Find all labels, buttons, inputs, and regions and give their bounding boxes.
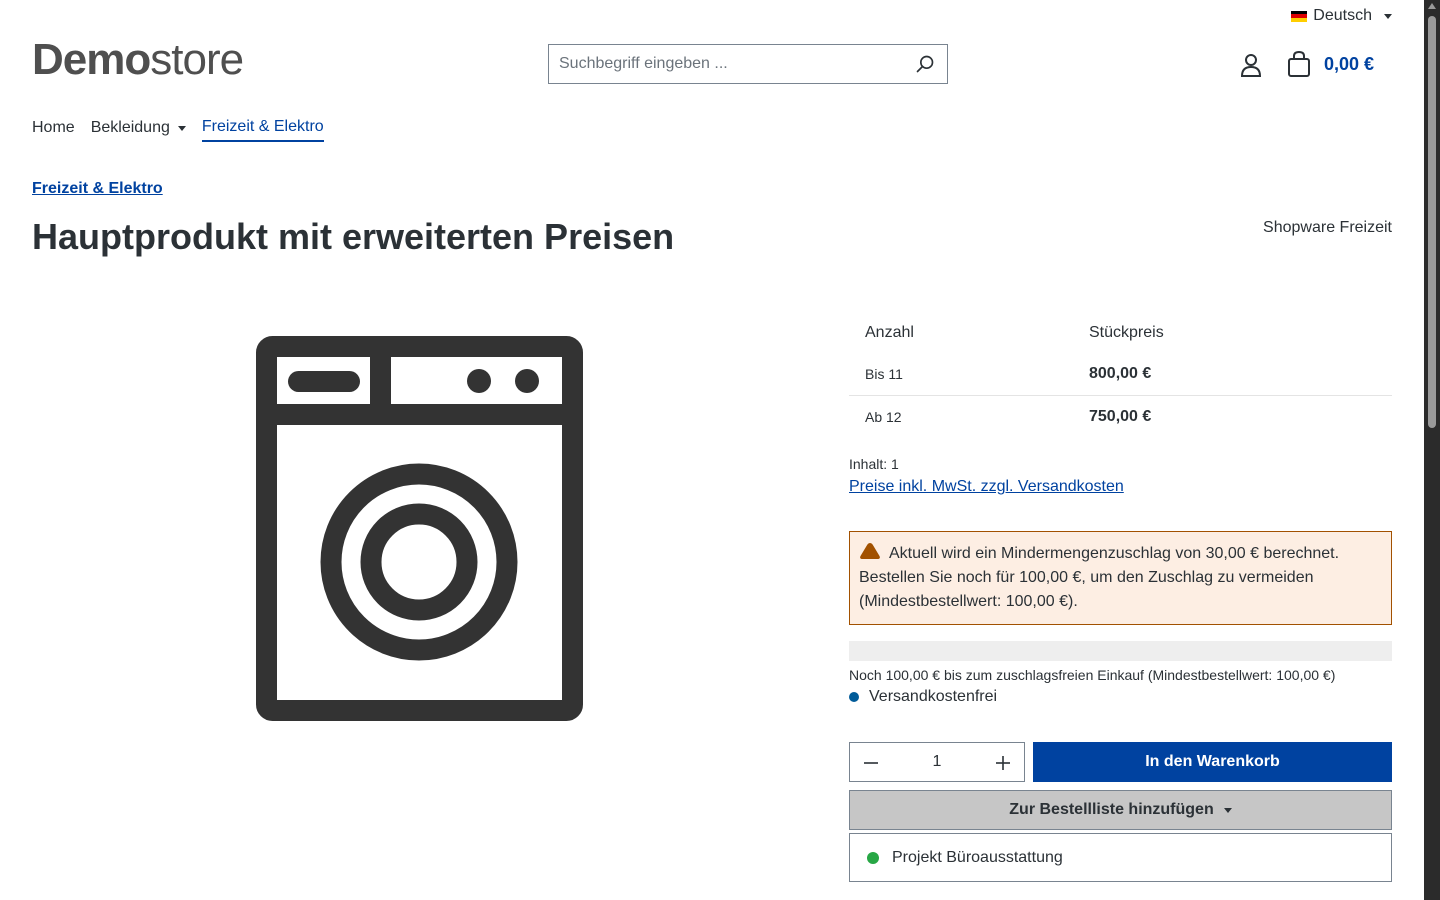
nav-item-label: Bekleidung	[90, 119, 170, 136]
product-image[interactable]	[256, 336, 583, 721]
price-table-quantity: Ab 12	[865, 408, 902, 425]
quantity-decrease-button[interactable]	[850, 743, 892, 781]
orderlist-status-dot	[867, 851, 879, 864]
table-row: Bis 11 800,00 €	[849, 354, 1392, 396]
search-input[interactable]	[549, 45, 903, 83]
main-navigation: Home Bekleidung Freizeit & Elektro	[32, 118, 324, 142]
quantity-increase-button[interactable]	[982, 743, 1024, 781]
progress-text: Noch 100,00 € bis zum zuschlagsfreien Ei…	[849, 667, 1336, 683]
minus-icon	[864, 762, 878, 764]
delivery-information: Versandkostenfrei	[849, 688, 997, 706]
price-table-price: 800,00 €	[1073, 354, 1392, 396]
delivery-label: Versandkostenfrei	[869, 688, 998, 705]
search-icon	[916, 55, 934, 73]
minimum-order-progress-bar	[849, 641, 1392, 661]
price-table-price: 750,00 €	[1089, 407, 1152, 425]
quantity-stepper: 1	[849, 742, 1025, 782]
table-row: Ab 12 750,00 €	[849, 395, 1392, 438]
price-table-quantity: Bis 11	[849, 354, 1073, 396]
product-title: Hauptprodukt mit erweiterten Preisen	[32, 216, 675, 257]
cart-total: 0,00 €	[1324, 53, 1375, 74]
shopping-bag-icon	[1288, 50, 1310, 77]
tax-shipping-link[interactable]: Preise inkl. MwSt. zzgl. Versandkosten	[849, 478, 1124, 496]
block-price-table: Anzahl Stückpreis Bis 11 800,00 € Ab 12 …	[849, 312, 1392, 438]
warning-icon	[860, 543, 880, 559]
product-manufacturer[interactable]: Shopware Freizeit	[1263, 219, 1392, 237]
chevron-down-icon	[177, 125, 186, 131]
language-label: Deutsch	[1313, 7, 1372, 24]
scrollbar-thumb[interactable]	[1428, 16, 1436, 428]
quantity-input[interactable]: 1	[892, 753, 982, 771]
delivery-status-dot	[849, 692, 859, 702]
account-button[interactable]	[1238, 52, 1264, 78]
price-table-header-quantity: Anzahl	[865, 324, 914, 341]
cart-button[interactable]: 0,00 €	[1286, 50, 1374, 78]
alert-text: Aktuell wird ein Mindermengenzuschlag vo…	[859, 545, 1340, 610]
washing-machine-icon	[256, 336, 583, 721]
breadcrumb[interactable]: Freizeit & Elektro	[32, 180, 163, 198]
add-to-cart-button[interactable]: In den Warenkorb	[1033, 742, 1392, 782]
language-selector[interactable]: Deutsch	[1291, 7, 1392, 25]
store-logo[interactable]: Demostore	[32, 34, 244, 86]
nav-item-label: Home	[32, 119, 75, 136]
nav-item-freizeit-elektro[interactable]: Freizeit & Elektro	[201, 118, 324, 142]
search-bar	[548, 44, 948, 84]
orderlist-button-label: Zur Bestellliste hinzufügen	[1009, 801, 1214, 818]
minimum-order-alert: Aktuell wird ein Mindermengenzuschlag vo…	[849, 531, 1392, 625]
product-content-info: Inhalt: 1	[849, 456, 899, 472]
plus-icon	[996, 756, 1010, 770]
orderlist-item[interactable]: Projekt Büroausstattung	[849, 833, 1392, 882]
chevron-down-icon	[1223, 807, 1232, 813]
logo-light: store	[150, 35, 244, 84]
germany-flag-icon	[1291, 10, 1308, 22]
nav-item-label: Freizeit & Elektro	[201, 118, 324, 135]
price-table-header-unit-price: Stückpreis	[1089, 324, 1164, 341]
user-icon	[1240, 54, 1262, 77]
nav-item-bekleidung[interactable]: Bekleidung	[91, 118, 186, 142]
logo-bold: Demo	[32, 35, 151, 84]
chevron-down-icon	[1384, 13, 1392, 19]
orderlist-item-label: Projekt Büroausstattung	[892, 848, 1063, 866]
nav-item-home[interactable]: Home	[32, 118, 75, 142]
page-scrollbar[interactable]	[1424, 0, 1440, 900]
scroll-up-arrow-icon[interactable]	[1428, 3, 1436, 9]
add-to-orderlist-button[interactable]: Zur Bestellliste hinzufügen	[849, 790, 1392, 830]
page: Deutsch Demostore 0,00 € Home Bekl	[0, 0, 1424, 900]
search-button[interactable]	[903, 45, 947, 83]
